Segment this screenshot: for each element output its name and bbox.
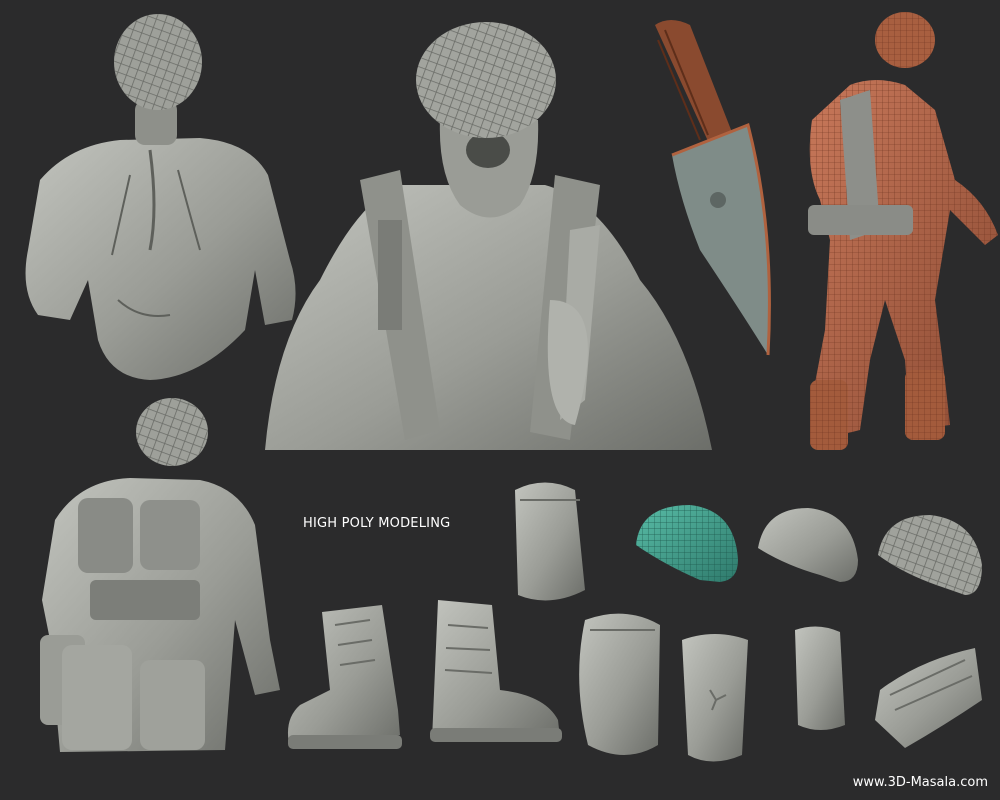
section-caption: HIGH POLY MODELING [303,516,451,531]
canteen-pouch [579,613,660,755]
magazine-pouch [795,626,845,730]
helmet-plain [758,508,858,582]
boot-left [287,605,402,749]
combat-knife [655,20,771,356]
zombie-front-closeup [265,22,712,450]
site-watermark: www.3D-Masala.com [852,775,988,790]
zombie-back-with-gear [40,398,280,752]
ammo-belt-pouch [875,648,982,748]
helmet-wireframe-teal [636,505,738,582]
boot-right [430,600,562,742]
helmet-netted [878,515,982,595]
zombie-back-view [25,14,296,380]
first-aid-pouch [682,634,748,762]
ammo-pouch-top [515,482,585,601]
zombie-wireframe-full-body [808,12,998,450]
model-sheet [25,12,998,762]
